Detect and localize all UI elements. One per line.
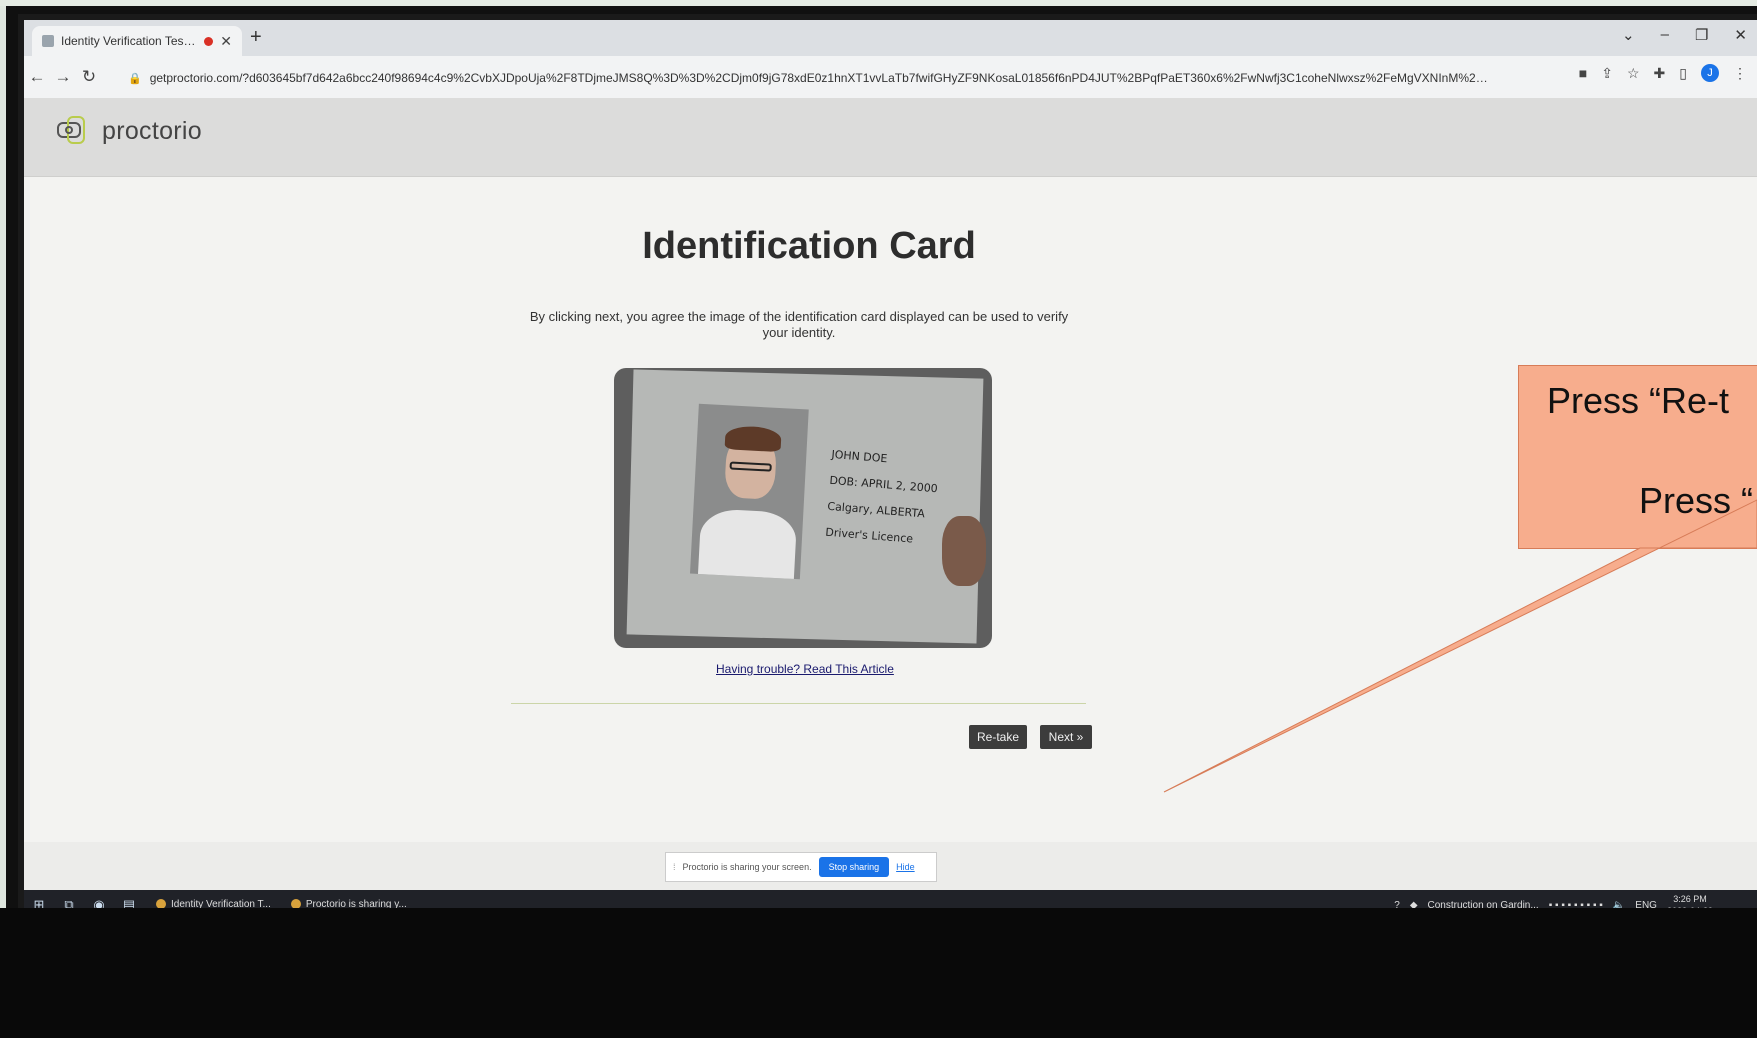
callout-pointer bbox=[1163, 499, 1757, 793]
